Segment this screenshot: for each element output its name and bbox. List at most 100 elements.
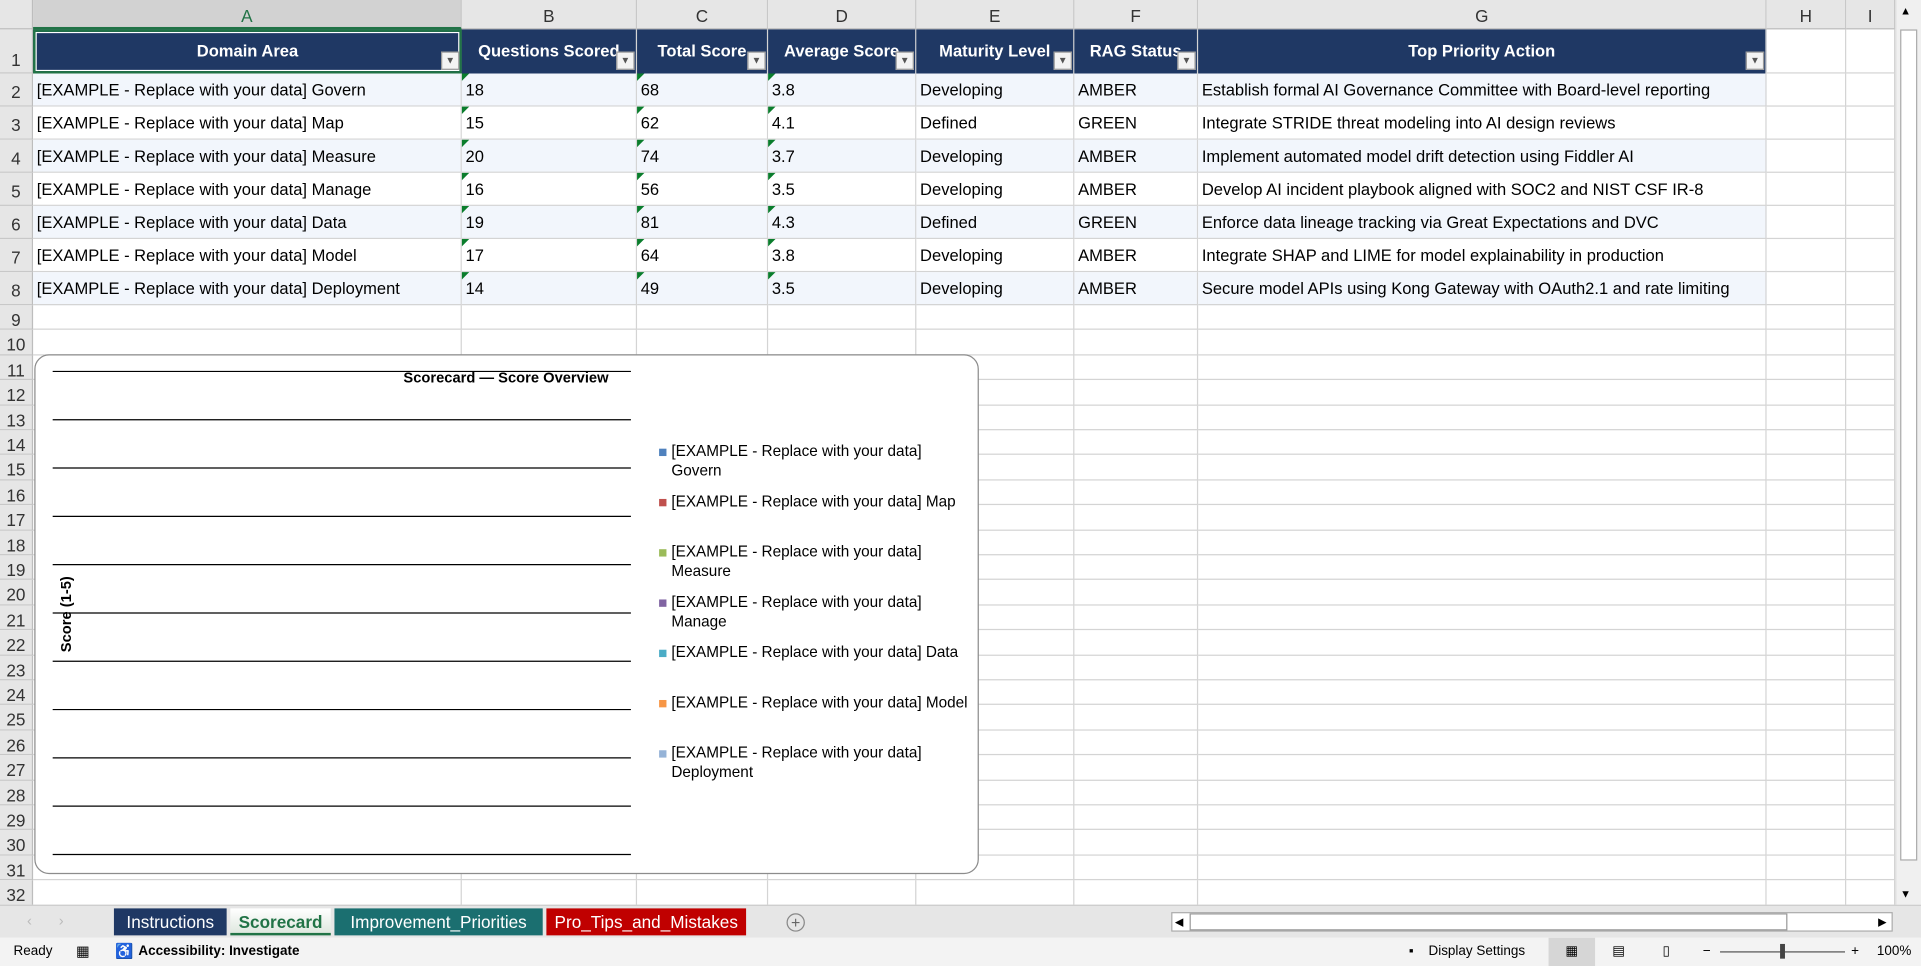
row-header-6[interactable]: 6 [0, 205, 34, 240]
row-header-21[interactable]: 21 [0, 605, 34, 631]
zoom-slider-thumb[interactable] [1780, 943, 1785, 959]
empty-cell[interactable] [1766, 630, 1847, 656]
empty-cell[interactable] [1074, 680, 1199, 706]
empty-cell[interactable] [1074, 555, 1199, 581]
empty-cell[interactable] [1766, 730, 1847, 756]
empty-cell[interactable] [1766, 705, 1847, 731]
table-cell[interactable]: 19 [461, 205, 638, 240]
row-header-9[interactable]: 9 [0, 305, 34, 331]
empty-cell[interactable] [1846, 480, 1896, 506]
empty-cell[interactable] [1846, 880, 1896, 906]
empty-cell[interactable] [1766, 580, 1847, 606]
horizontal-scrollbar[interactable]: ◀ ▶ [1171, 912, 1893, 932]
row-header-4[interactable]: 4 [0, 139, 34, 173]
header-cell-maturity-level[interactable]: Maturity Level [916, 29, 1075, 74]
row-header-13[interactable]: 13 [0, 405, 34, 431]
page-layout-view-button[interactable]: ▤ [1612, 938, 1625, 966]
empty-cell[interactable] [1846, 106, 1896, 140]
empty-cell[interactable] [1846, 380, 1896, 406]
empty-cell[interactable] [1846, 305, 1896, 331]
select-all-button[interactable] [0, 0, 34, 30]
empty-cell[interactable] [1846, 139, 1896, 173]
chart[interactable]: Scorecard — Score Overview Score (1-5) [… [34, 354, 979, 875]
empty-cell[interactable] [768, 330, 917, 356]
filter-dropdown-icon[interactable]: ▼ [1745, 51, 1765, 70]
scroll-right-icon[interactable]: ▶ [1878, 913, 1886, 931]
table-cell[interactable]: Developing [916, 73, 1075, 107]
column-header-g[interactable]: G [1198, 0, 1767, 30]
empty-cell[interactable] [1846, 655, 1896, 681]
empty-cell[interactable] [637, 880, 769, 906]
sheet-tab-pro-tips-and-mistakes[interactable]: Pro_Tips_and_Mistakes [546, 908, 747, 936]
table-cell[interactable]: AMBER [1074, 139, 1199, 173]
table-cell[interactable]: 74 [637, 139, 769, 173]
empty-cell[interactable] [916, 305, 1075, 331]
column-header-b[interactable]: B [461, 0, 638, 30]
horizontal-scroll-thumb[interactable] [1189, 913, 1788, 931]
table-cell[interactable]: 62 [637, 106, 769, 140]
header-cell-average-score[interactable]: Average Score [768, 29, 917, 74]
column-header-a[interactable]: A [33, 0, 462, 30]
empty-cell[interactable] [33, 305, 462, 331]
empty-cell[interactable] [1198, 655, 1767, 681]
table-cell[interactable]: [EXAMPLE - Replace with your data] Model [33, 239, 462, 273]
table-cell[interactable]: Developing [916, 272, 1075, 306]
row-header-15[interactable]: 15 [0, 455, 34, 481]
empty-cell[interactable] [1846, 555, 1896, 581]
table-cell[interactable]: AMBER [1074, 73, 1199, 107]
empty-cell[interactable] [1846, 205, 1896, 240]
row-header-11[interactable]: 11 [0, 355, 34, 381]
table-cell[interactable]: 64 [637, 239, 769, 273]
row-header-23[interactable]: 23 [0, 655, 34, 681]
table-cell[interactable]: 15 [461, 106, 638, 140]
filter-dropdown-icon[interactable]: ▼ [1177, 51, 1196, 70]
table-cell[interactable]: [EXAMPLE - Replace with your data] Measu… [33, 139, 462, 173]
row-header-19[interactable]: 19 [0, 555, 34, 581]
empty-cell[interactable] [1766, 680, 1847, 706]
empty-cell[interactable] [1766, 830, 1847, 856]
empty-cell[interactable] [1766, 605, 1847, 631]
scroll-up-icon[interactable]: ▲ [1900, 5, 1911, 17]
empty-cell[interactable] [1198, 730, 1767, 756]
tab-scroll-left-icon[interactable]: ‹ [27, 912, 32, 929]
filter-dropdown-icon[interactable]: ▼ [441, 51, 460, 70]
empty-cell[interactable] [1846, 272, 1896, 306]
empty-cell[interactable] [1198, 380, 1767, 406]
empty-cell[interactable] [1198, 505, 1767, 531]
empty-cell[interactable] [1074, 505, 1199, 531]
row-header-20[interactable]: 20 [0, 580, 34, 606]
empty-cell[interactable] [916, 330, 1075, 356]
row-header-29[interactable]: 29 [0, 805, 34, 831]
empty-cell[interactable] [1846, 239, 1896, 273]
empty-cell[interactable] [1198, 555, 1767, 581]
table-cell[interactable]: [EXAMPLE - Replace with your data] Data [33, 205, 462, 240]
table-cell[interactable]: Secure model APIs using Kong Gateway wit… [1198, 272, 1767, 306]
table-cell[interactable]: 18 [461, 73, 638, 107]
empty-cell[interactable] [1198, 480, 1767, 506]
empty-cell[interactable] [1198, 630, 1767, 656]
header-cell-top-priority-action[interactable]: Top Priority Action [1198, 29, 1767, 74]
empty-cell[interactable] [1198, 780, 1767, 806]
row-header-14[interactable]: 14 [0, 430, 34, 456]
table-cell[interactable]: Implement automated model drift detectio… [1198, 139, 1767, 173]
empty-cell[interactable] [1846, 855, 1896, 881]
empty-cell[interactable] [1766, 405, 1847, 431]
zoom-in-button[interactable]: + [1851, 938, 1859, 966]
empty-cell[interactable] [1846, 780, 1896, 806]
empty-cell[interactable] [1846, 705, 1896, 731]
sheet-tab-improvement-priorities[interactable]: Improvement_Priorities [334, 908, 543, 936]
table-cell[interactable]: 3.5 [768, 272, 917, 306]
table-cell[interactable]: 68 [637, 73, 769, 107]
row-header-5[interactable]: 5 [0, 172, 34, 206]
empty-cell[interactable] [916, 880, 1075, 906]
empty-cell[interactable] [1766, 272, 1847, 306]
empty-cell[interactable] [1766, 355, 1847, 381]
row-header-16[interactable]: 16 [0, 480, 34, 506]
empty-cell[interactable] [1846, 830, 1896, 856]
empty-cell[interactable] [1074, 380, 1199, 406]
row-header-30[interactable]: 30 [0, 830, 34, 856]
empty-cell[interactable] [1846, 73, 1896, 107]
row-header-28[interactable]: 28 [0, 780, 34, 806]
table-cell[interactable]: 3.8 [768, 239, 917, 273]
table-cell[interactable]: 14 [461, 272, 638, 306]
